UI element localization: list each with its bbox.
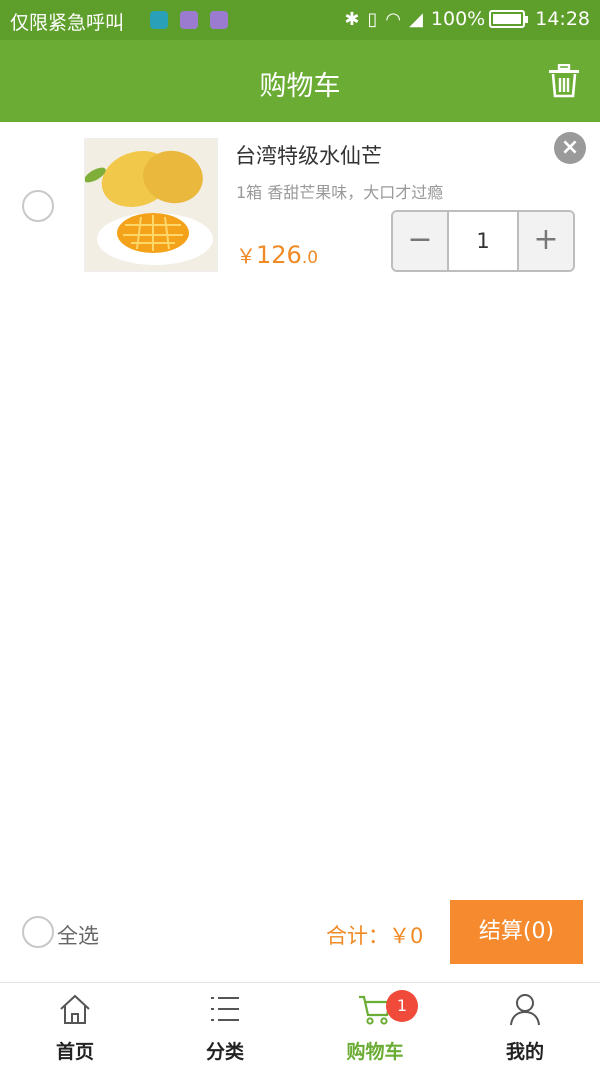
- increment-button[interactable]: +: [519, 212, 573, 270]
- price-decimal: .0: [301, 248, 319, 268]
- quantity-stepper: − 1 +: [391, 210, 575, 272]
- status-bar: 仅限紧急呼叫 ✱ ▯ ◠ ◢ 100% 14:28: [0, 0, 600, 40]
- battery-icon: [489, 10, 529, 28]
- carrier-text: 仅限紧急呼叫: [10, 12, 125, 34]
- battery-percent: 100%: [430, 8, 486, 30]
- cart-screen: 仅限紧急呼叫 ✱ ▯ ◠ ◢ 100% 14:28 购物车 台湾特级水仙芒 1箱…: [0, 0, 600, 1067]
- product-spec: 1箱 香甜芒果味，大口才过瘾: [236, 183, 444, 202]
- list-icon: [211, 997, 239, 1021]
- vibrate-icon: ▯: [367, 8, 378, 30]
- message-notification-icon: [210, 11, 228, 29]
- select-all-label[interactable]: 全选: [57, 920, 99, 950]
- tab-cart[interactable]: 购物车: [300, 983, 450, 1067]
- product-image[interactable]: [84, 138, 218, 272]
- remove-item-button[interactable]: ×: [554, 132, 586, 164]
- product-price: ￥126.0: [236, 240, 318, 269]
- checkout-bar: 全选 合计：￥0 结算(0): [0, 898, 600, 968]
- tab-cart-label: 购物车: [346, 1041, 404, 1063]
- item-select-radio[interactable]: [22, 190, 54, 222]
- bluetooth-icon: ✱: [344, 8, 360, 30]
- product-name[interactable]: 台湾特级水仙芒: [235, 140, 382, 170]
- cart-item: 台湾特级水仙芒 1箱 香甜芒果味，大口才过瘾 ￥126.0 × − 1 +: [0, 122, 600, 290]
- cart-count-badge: 1: [386, 990, 418, 1022]
- tab-home[interactable]: 首页: [0, 983, 150, 1067]
- price-integer: 126: [256, 241, 302, 269]
- usb-notification-icon: [150, 11, 168, 29]
- decrement-button[interactable]: −: [393, 212, 447, 270]
- select-all-radio[interactable]: [22, 916, 54, 948]
- quantity-value[interactable]: 1: [447, 212, 519, 270]
- app-header: 购物车: [0, 40, 600, 122]
- home-icon: [60, 994, 90, 1024]
- tab-category-label: 分类: [205, 1041, 244, 1063]
- tab-category[interactable]: 分类: [150, 983, 300, 1067]
- tab-home-label: 首页: [55, 1041, 94, 1063]
- trash-icon[interactable]: [548, 64, 580, 98]
- checkout-button[interactable]: 结算(0): [450, 900, 583, 964]
- signal-icon: ◢: [409, 8, 423, 30]
- total-amount: 合计：￥0: [326, 924, 424, 948]
- user-icon: [510, 994, 540, 1026]
- bottom-tab-bar: 首页 分类 购物车 我的: [0, 982, 600, 1067]
- tab-profile-label: 我的: [505, 1041, 544, 1063]
- clock: 14:28: [535, 8, 590, 30]
- price-currency: ￥: [236, 244, 256, 268]
- tab-profile[interactable]: 我的: [450, 983, 600, 1067]
- page-title: 购物车: [259, 71, 341, 102]
- gallery-notification-icon: [180, 11, 198, 29]
- status-icons: ✱ ▯ ◠ ◢ 100% 14:28: [344, 8, 590, 30]
- wifi-icon: ◠: [385, 8, 402, 30]
